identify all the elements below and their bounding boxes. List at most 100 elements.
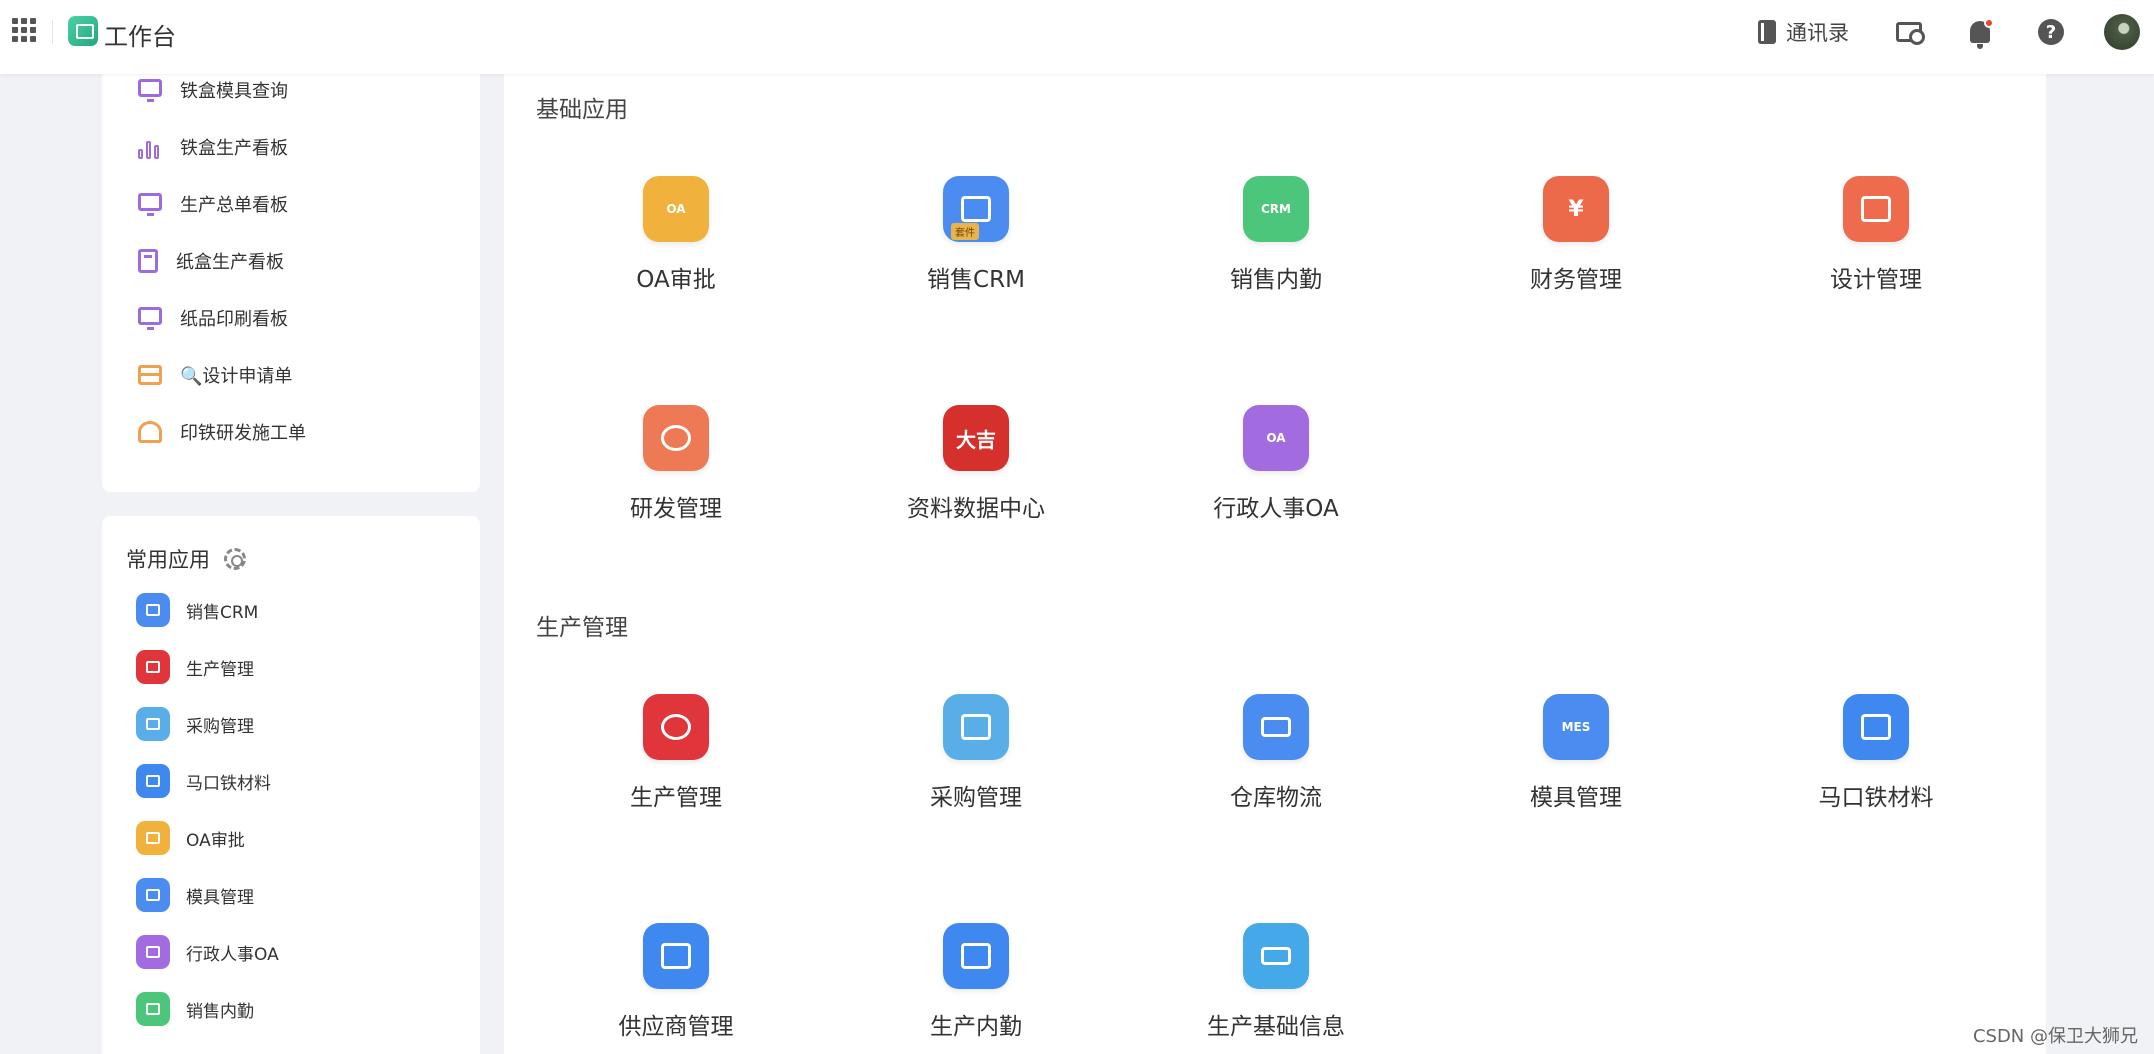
section-title: 基础应用 — [536, 97, 628, 123]
app-label: 资料数据中心 — [907, 496, 1045, 522]
app-tile[interactable]: 大吉 资料数据中心 — [881, 405, 1071, 523]
sidebar-item[interactable]: 铁盒生产看板 — [138, 127, 288, 167]
monitor-icon — [138, 193, 162, 216]
factory-icon — [643, 694, 709, 760]
bell-icon[interactable] — [1964, 16, 1996, 49]
mes-icon: MES — [1543, 694, 1609, 760]
app-tile[interactable]: 生产内勤 — [881, 923, 1071, 1041]
app-tile[interactable]: OA 行政人事OA — [1181, 405, 1371, 523]
hexagon-icon — [136, 593, 170, 627]
shop-icon — [1843, 176, 1909, 242]
app-tile[interactable]: ¥ 财务管理 — [1481, 176, 1671, 294]
workbench-logo-icon — [68, 16, 98, 46]
favorite-item-label: 模具管理 — [186, 887, 254, 908]
contacts-label: 通讯录 — [1786, 21, 1849, 45]
divider — [52, 20, 53, 44]
app-tile[interactable]: CRM 销售内勤 — [1181, 176, 1371, 294]
app-label: 销售CRM — [927, 267, 1025, 293]
shop-icon — [1843, 694, 1909, 760]
truck-icon — [1243, 694, 1309, 760]
app-tile[interactable]: 仓库物流 — [1181, 694, 1371, 812]
favorites-title: 常用应用 — [126, 548, 210, 572]
app-label: 研发管理 — [630, 496, 722, 522]
favorite-item-label: 生产管理 — [186, 659, 254, 680]
app-tile[interactable]: 设计管理 — [1781, 176, 1971, 294]
document-icon — [136, 821, 170, 855]
sidebar-menu-panel: 铁盒模具查询 铁盒生产看板 生产总单看板 纸盒生产看板 纸品印刷看板 🔍设计申请… — [102, 58, 480, 492]
favorite-item[interactable]: OA审批 — [136, 818, 245, 858]
sidebar-item-label: 生产总单看板 — [180, 195, 288, 216]
sidebar-item[interactable]: 纸盒生产看板 — [138, 241, 284, 281]
notification-dot — [1984, 18, 1994, 28]
sidebar-item[interactable]: 生产总单看板 — [138, 184, 288, 224]
store-icon — [138, 365, 162, 385]
crm-icon — [136, 992, 170, 1026]
mes-badge: MES — [1561, 720, 1591, 734]
app-tile[interactable]: 生产基础信息 — [1181, 923, 1371, 1041]
shop-icon — [136, 764, 170, 798]
favorite-item[interactable]: 采购管理 — [136, 704, 254, 744]
monitor-icon — [138, 79, 162, 102]
oa-badge: OA — [1266, 431, 1286, 445]
alarm-icon — [138, 421, 162, 443]
favorite-item-label: 马口铁材料 — [186, 773, 271, 794]
app-tile[interactable]: 套件 销售CRM — [881, 176, 1071, 294]
sidebar-item-label: 纸品印刷看板 — [180, 309, 288, 330]
app-tile[interactable]: MES 模具管理 — [1481, 694, 1671, 812]
favorite-item[interactable]: 销售CRM — [136, 590, 258, 630]
app-title: 工作台 — [104, 23, 176, 51]
sidebar-item-label: 铁盒生产看板 — [180, 138, 288, 159]
app-label: 生产内勤 — [930, 1014, 1022, 1040]
favorite-item[interactable]: 模具管理 — [136, 875, 254, 915]
help-icon[interactable]: ? — [2035, 16, 2067, 48]
contacts-button[interactable]: 通讯录 — [1758, 17, 1849, 47]
app-tile[interactable]: 供应商管理 — [581, 923, 771, 1041]
sidebar-item-label: 纸盒生产看板 — [176, 252, 284, 273]
favorite-item-label: 采购管理 — [186, 716, 254, 737]
app-tile[interactable]: OA OA审批 — [581, 176, 771, 294]
bar-chart-icon — [138, 135, 162, 159]
favorites-panel: 常用应用 销售CRM 生产管理 采购管理 马口铁材料 OA审批 模具管理 行政人… — [102, 516, 480, 1054]
calligraphy-badge: 大吉 — [956, 427, 996, 452]
gear-icon[interactable] — [224, 548, 246, 570]
warehouse-icon — [943, 923, 1009, 989]
favorite-item[interactable]: 生产管理 — [136, 647, 254, 687]
oa-icon: OA — [643, 176, 709, 242]
favorite-item[interactable]: 销售内勤 — [136, 989, 254, 1029]
app-tile[interactable]: 生产管理 — [581, 694, 771, 812]
crm-icon: CRM — [1243, 176, 1309, 242]
app-label: 生产基础信息 — [1207, 1014, 1345, 1040]
hand-icon — [943, 694, 1009, 760]
app-label: 财务管理 — [1530, 267, 1622, 293]
favorite-item[interactable]: 马口铁材料 — [136, 761, 271, 801]
favorite-item[interactable]: 行政人事OA — [136, 932, 279, 972]
sidebar-item[interactable]: 印铁研发施工单 — [138, 412, 306, 452]
app-label: 马口铁材料 — [1818, 785, 1934, 811]
app-center: 基础应用 OA OA审批 套件 销售CRM CRM 销售内勤 ¥ 财务管理 设计… — [504, 58, 2046, 1054]
app-tile[interactable]: 研发管理 — [581, 405, 771, 523]
app-label: 仓库物流 — [1230, 785, 1322, 811]
app-tile[interactable]: 采购管理 — [881, 694, 1071, 812]
favorite-item-label: 销售CRM — [186, 602, 259, 623]
sidebar-item-label: 铁盒模具查询 — [180, 81, 288, 102]
app-label: 生产管理 — [630, 785, 722, 811]
hexagon-icon: 套件 — [943, 176, 1009, 242]
hand-icon — [136, 707, 170, 741]
yuan-badge: ¥ — [1568, 196, 1584, 222]
favorite-item-label: 销售内勤 — [186, 1001, 254, 1022]
app-grid-icon[interactable] — [12, 18, 36, 42]
sidebar-item[interactable]: 纸品印刷看板 — [138, 298, 288, 338]
sidebar-item[interactable]: 铁盒模具查询 — [138, 70, 288, 110]
crm-badge: CRM — [1261, 202, 1291, 216]
favorite-item-label: 行政人事OA — [186, 944, 279, 965]
warehouse-icon — [643, 923, 709, 989]
factory-icon — [136, 650, 170, 684]
avatar[interactable] — [2104, 14, 2140, 50]
top-bar: 工作台 通讯录 ? — [0, 0, 2154, 74]
settings-card-icon[interactable] — [1893, 16, 1925, 48]
address-book-icon — [1758, 20, 1776, 44]
sidebar-item[interactable]: 🔍设计申请单 — [138, 355, 292, 395]
app-tile[interactable]: 马口铁材料 — [1781, 694, 1971, 812]
app-label: 销售内勤 — [1230, 267, 1322, 293]
app-label: 采购管理 — [930, 785, 1022, 811]
